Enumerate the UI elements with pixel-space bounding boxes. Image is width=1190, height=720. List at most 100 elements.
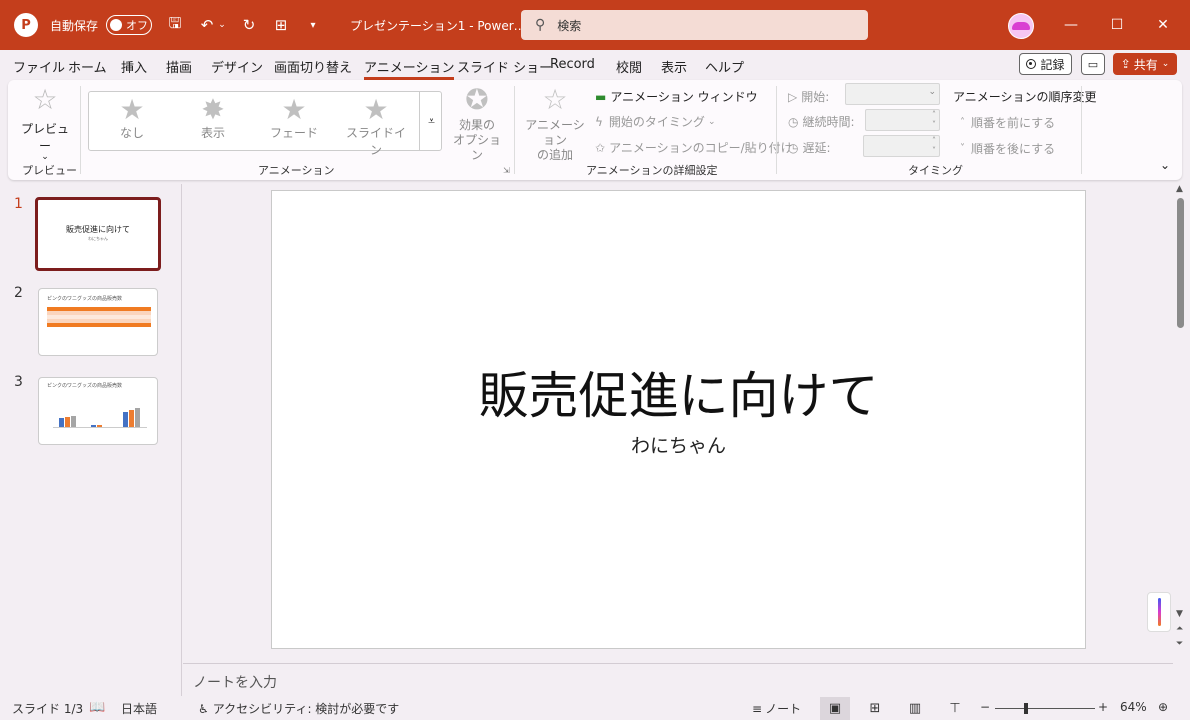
thumb-axis	[53, 427, 147, 428]
chevron-down-icon: ˅	[960, 143, 965, 154]
normal-view-icon[interactable]: ▣	[820, 697, 850, 720]
undo-icon[interactable]: ↶	[198, 16, 216, 34]
notes-toggle-button[interactable]: ≡ ノート	[752, 700, 801, 717]
animation-fade[interactable]: ★ フェード	[259, 96, 329, 141]
animation-pane-button[interactable]: ▬ アニメーション ウィンドウ	[595, 88, 758, 105]
zoom-slider[interactable]	[995, 708, 1095, 709]
reading-view-icon[interactable]: ▥	[900, 697, 930, 720]
move-earlier-button[interactable]: ˄ 順番を前にする	[960, 114, 1055, 131]
delay-spinner[interactable]: ˄ ˅	[863, 135, 940, 157]
more-icon: ⩡	[428, 113, 435, 128]
tab-view[interactable]: 表示	[661, 57, 687, 76]
duration-label-text: 継続時間:	[802, 115, 855, 129]
close-icon[interactable]: ✕	[1140, 0, 1186, 50]
next-slide-icon[interactable]: ⏷	[1176, 639, 1183, 649]
undo-dropdown-icon[interactable]: ⌄	[218, 20, 226, 30]
trigger-button[interactable]: ϟ 開始のタイミング ⌄	[595, 113, 715, 130]
slide-subtitle[interactable]: わにちゃん	[272, 431, 1085, 458]
accessibility-status[interactable]: ♿ アクセシビリティ: 検討が必要です	[198, 700, 399, 717]
save-icon[interactable]: 🖫	[166, 13, 184, 38]
gallery-more-button[interactable]: ⩡	[419, 92, 443, 150]
avatar[interactable]	[1008, 13, 1034, 39]
animation-appear[interactable]: ✸ 表示	[178, 96, 248, 141]
animation-fly-in[interactable]: ★ スライドイン	[341, 96, 411, 158]
add-animation-button[interactable]: ☆ アニメーション の追加	[522, 86, 588, 163]
dialog-launcher-icon[interactable]: ⇲	[503, 166, 510, 175]
notes-icon: ≡	[752, 701, 763, 716]
customize-toolbar-icon[interactable]: ▾	[304, 20, 322, 31]
star-icon: ★	[119, 93, 145, 126]
comments-button[interactable]: ▭	[1081, 53, 1105, 75]
duration-spinner[interactable]: ˄ ˅	[865, 109, 940, 131]
preview-button[interactable]: ☆ プレビュー ⌄	[20, 86, 70, 163]
thumb-title: 販売促進に向けて	[66, 225, 130, 234]
status-bar: スライド 1/3 📖 日本語 ♿ アクセシビリティ: 検討が必要です ≡ ノート ▣…	[0, 697, 1190, 720]
slide-thumbnail-pane: 1 販売促進に向けて わにちゃん 2 ピンクのワニグッズの商品販売数 3 ピンク…	[0, 184, 181, 696]
effect-options-button[interactable]: ✪ 効果の オプション	[448, 86, 506, 163]
spellcheck-icon[interactable]: 📖	[89, 700, 105, 715]
tab-slideshow[interactable]: スライド ショー	[457, 57, 552, 76]
start-label-text: 開始:	[801, 90, 830, 104]
search-box[interactable]: ⚲ 検索	[521, 10, 868, 40]
fit-to-window-icon[interactable]: ⊕	[1158, 700, 1168, 714]
slide-number: 3	[14, 374, 23, 390]
zoom-out-icon[interactable]: −	[980, 700, 990, 714]
divider	[1081, 86, 1082, 174]
thumb-bar	[123, 412, 128, 427]
tab-design[interactable]: デザイン	[211, 57, 263, 76]
collapse-ribbon-icon[interactable]: ⌄	[1160, 158, 1170, 172]
tab-home[interactable]: ホーム	[68, 57, 107, 76]
scroll-up-icon[interactable]: ▲	[1176, 184, 1183, 194]
clock-icon: ◷	[788, 114, 799, 129]
scroll-thumb[interactable]	[1177, 198, 1184, 328]
tab-draw[interactable]: 描画	[166, 57, 192, 76]
tab-transitions[interactable]: 画面切り替え	[274, 57, 352, 76]
slide-thumbnail-3[interactable]: ピンクのワニグッズの商品販売数	[38, 377, 158, 445]
previous-slide-icon[interactable]: ⏶	[1176, 624, 1183, 634]
tab-animations[interactable]: アニメーション	[364, 57, 455, 80]
group-label-timing: タイミング	[908, 164, 963, 177]
move-later-button[interactable]: ˅ 順番を後にする	[960, 140, 1055, 157]
language-label[interactable]: 日本語	[121, 700, 157, 717]
zoom-slider-knob[interactable]	[1024, 703, 1028, 714]
animation-painter-label: アニメーションのコピー/貼り付け	[609, 141, 793, 155]
record-button[interactable]: 記録	[1019, 53, 1072, 75]
slide-sorter-icon[interactable]: ⊞	[860, 697, 890, 720]
notes-field[interactable]: ノートを入力	[183, 663, 1173, 697]
animation-none[interactable]: ★ なし	[97, 96, 167, 141]
tab-insert[interactable]: 挿入	[121, 57, 147, 76]
zoom-level[interactable]: 64%	[1120, 700, 1147, 714]
tab-file[interactable]: ファイル	[13, 57, 65, 76]
add-animation-label-1: アニメーション	[525, 118, 585, 147]
scroll-down-icon[interactable]: ▼	[1176, 609, 1183, 619]
autosave-toggle[interactable]: オフ	[106, 15, 153, 35]
slide-title[interactable]: 販売促進に向けて	[272, 356, 1085, 428]
share-button[interactable]: ⇪ 共有 ⌄	[1113, 53, 1177, 75]
pane-divider[interactable]	[181, 184, 182, 696]
comment-icon: ▭	[1087, 57, 1099, 71]
animation-gallery: ★ なし ✸ 表示 ★ フェード ★ スライドイン ⩡	[88, 91, 443, 157]
slide-thumbnail-1[interactable]: 販売促進に向けて わにちゃん	[35, 197, 161, 271]
minimize-icon[interactable]: —	[1048, 0, 1094, 50]
tab-record[interactable]: Record	[550, 57, 595, 72]
present-icon[interactable]: ⊞	[272, 16, 290, 34]
animation-label: スライドイン	[345, 126, 406, 157]
copilot-pen-widget[interactable]	[1147, 592, 1171, 632]
zoom-in-icon[interactable]: +	[1098, 700, 1108, 714]
tab-review[interactable]: 校閲	[616, 57, 642, 76]
slide-thumbnail-2[interactable]: ピンクのワニグッズの商品販売数	[38, 288, 158, 356]
animation-label: なし	[119, 126, 144, 140]
preview-label: プレビュー	[20, 122, 69, 153]
start-select[interactable]: ⌄	[845, 83, 940, 105]
animation-painter-button[interactable]: ✩ アニメーションのコピー/貼り付け	[595, 139, 793, 156]
document-title: プレゼンテーション1 - Power…	[350, 18, 526, 33]
maximize-icon[interactable]: ☐	[1094, 0, 1140, 50]
tab-help[interactable]: ヘルプ	[705, 57, 744, 76]
slide-canvas[interactable]: 販売促進に向けて わにちゃん	[271, 190, 1086, 649]
slideshow-icon[interactable]: ⊤	[940, 697, 970, 720]
redo-icon[interactable]: ↻	[240, 16, 258, 34]
reorder-title: アニメーションの順序変更	[953, 90, 1097, 104]
record-label: 記録	[1040, 57, 1065, 72]
vertical-scrollbar[interactable]: ▲ ▼ ⏶ ⏷	[1173, 184, 1190, 696]
add-animation-icon: ☆	[542, 83, 568, 116]
